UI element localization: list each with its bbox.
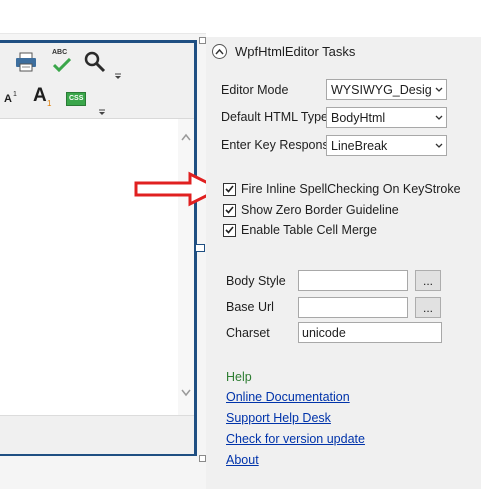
find-icon[interactable] xyxy=(84,51,106,73)
superscript-glyph: A xyxy=(4,93,12,105)
show-zero-border-label: Show Zero Border Guideline xyxy=(241,203,399,217)
collapse-panel-button[interactable] xyxy=(212,44,227,59)
panel-top-spacer xyxy=(206,0,481,37)
checkbox-check-icon xyxy=(223,203,236,217)
default-html-type-select[interactable]: BodyHtml xyxy=(326,107,447,128)
css-icon-text: CSS xyxy=(69,95,84,102)
selection-grip-bottom[interactable] xyxy=(199,455,206,462)
editor-vertical-scrollbar[interactable] xyxy=(178,119,194,415)
spellcheck-abc-text: ABC xyxy=(52,49,68,56)
designer-grid-strip xyxy=(0,0,206,34)
subscript-glyph: A xyxy=(33,85,47,106)
subscript-mark: 1 xyxy=(47,99,52,108)
enter-key-response-select[interactable]: LineBreak xyxy=(326,135,447,156)
charset-label: Charset xyxy=(226,326,270,340)
chevron-down-icon xyxy=(431,87,446,92)
editor-content-area[interactable] xyxy=(0,119,178,415)
editor-toolbar-row-2: A 1 A 1 CSS xyxy=(0,81,194,119)
body-style-browse-button[interactable]: ... xyxy=(415,270,441,291)
chevron-down-icon xyxy=(431,115,446,120)
checkbox-check-icon xyxy=(223,223,236,237)
print-icon[interactable] xyxy=(14,51,38,73)
body-style-input[interactable] xyxy=(298,270,408,291)
enable-table-cell-merge-label: Enable Table Cell Merge xyxy=(241,223,377,237)
superscript-mark: 1 xyxy=(13,91,17,98)
spellcheck-icon[interactable]: ABC xyxy=(50,49,74,75)
check-version-update-link[interactable]: Check for version update xyxy=(226,432,365,446)
toolbar-overflow-icon-2[interactable] xyxy=(98,105,106,115)
scroll-down-icon[interactable] xyxy=(181,389,191,397)
editor-toolbar-row-1: ABC xyxy=(0,43,194,81)
editor-mode-value: WYSIWYG_Design xyxy=(331,82,431,97)
base-url-browse-button[interactable]: ... xyxy=(415,297,441,318)
editor-status-area xyxy=(0,415,194,454)
base-url-input[interactable] xyxy=(298,297,408,318)
fire-inline-spellcheck-label: Fire Inline SpellChecking On KeyStroke xyxy=(241,182,461,196)
about-link[interactable]: About xyxy=(226,453,259,467)
subscript-icon[interactable]: A 1 xyxy=(33,85,55,111)
checkbox-check-icon xyxy=(223,182,236,196)
default-html-type-label: Default HTML Type xyxy=(221,110,328,124)
tasks-panel-title: WpfHtmlEditor Tasks xyxy=(235,44,356,59)
css-icon[interactable]: CSS xyxy=(66,88,88,110)
chevron-down-icon xyxy=(431,143,446,148)
superscript-icon[interactable]: A 1 xyxy=(4,91,20,109)
editor-mode-label: Editor Mode xyxy=(221,83,289,97)
help-heading: Help xyxy=(226,370,252,384)
charset-input[interactable]: unicode xyxy=(298,322,442,343)
resize-handle-right[interactable] xyxy=(195,244,205,252)
enable-table-cell-merge-checkbox[interactable]: Enable Table Cell Merge xyxy=(223,223,377,237)
selection-grip-top[interactable] xyxy=(199,37,206,44)
enter-key-response-value: LineBreak xyxy=(331,138,388,153)
scroll-up-icon[interactable] xyxy=(181,133,191,141)
enter-key-response-label: Enter Key Response xyxy=(221,138,336,152)
base-url-label: Base Url xyxy=(226,300,274,314)
toolbar-overflow-icon[interactable] xyxy=(114,69,122,79)
body-style-label: Body Style xyxy=(226,274,286,288)
chevron-up-icon xyxy=(215,48,224,55)
default-html-type-value: BodyHtml xyxy=(331,110,386,125)
support-help-desk-link[interactable]: Support Help Desk xyxy=(226,411,331,425)
fire-inline-spellcheck-checkbox[interactable]: Fire Inline SpellChecking On KeyStroke xyxy=(223,182,461,196)
editor-mode-select[interactable]: WYSIWYG_Design xyxy=(326,79,447,100)
show-zero-border-checkbox[interactable]: Show Zero Border Guideline xyxy=(223,203,399,217)
online-documentation-link[interactable]: Online Documentation xyxy=(226,390,350,404)
